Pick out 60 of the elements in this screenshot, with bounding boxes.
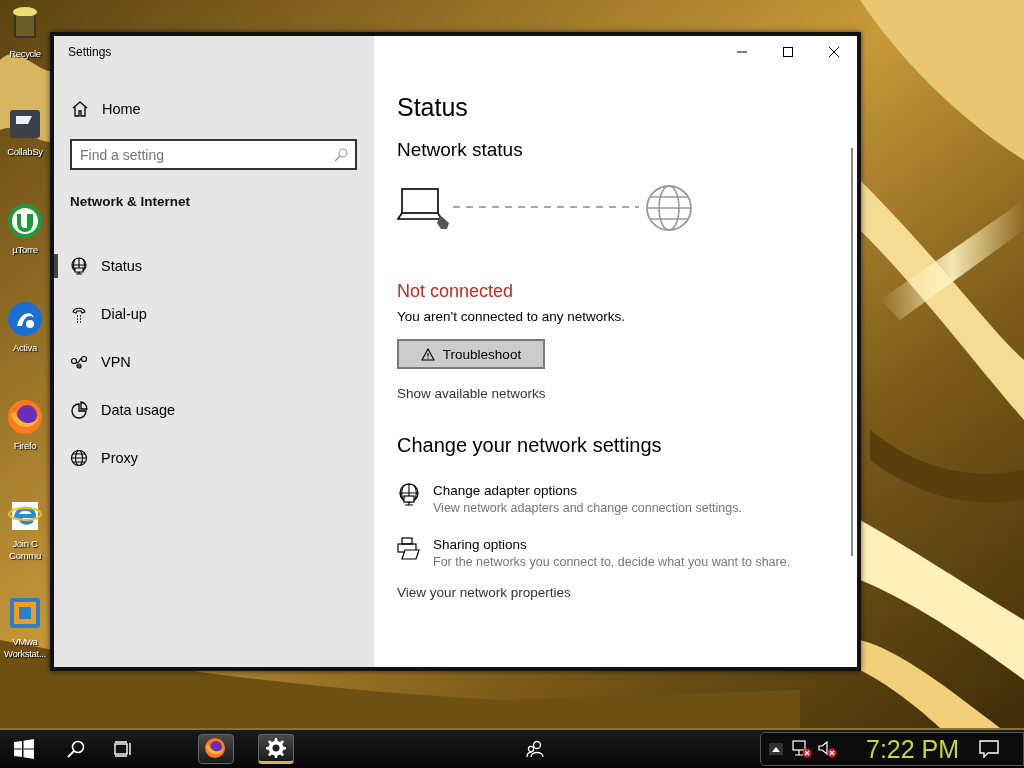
option-link[interactable]: Sharing options (433, 537, 527, 552)
home-link[interactable]: Home (71, 100, 141, 117)
start-icon (14, 739, 34, 759)
settings-taskbar-button[interactable] (258, 734, 294, 764)
home-icon (71, 100, 89, 117)
section-heading: Network status (397, 138, 523, 162)
maximize-icon (783, 47, 793, 57)
people-icon (526, 740, 544, 758)
printer-folder-icon (397, 537, 421, 560)
page-title: Status (397, 92, 468, 122)
browser-taskbar-button[interactable] (198, 734, 234, 764)
troubleshoot-button[interactable]: Troubleshoot (397, 339, 545, 369)
desktop-icon-label[interactable]: CollabSy (7, 146, 43, 158)
network-option-icon (70, 401, 88, 419)
network-option-icon (70, 305, 88, 323)
sidebar-item[interactable]: Dial-up (54, 290, 374, 338)
caret-up-button[interactable] (769, 743, 783, 755)
window-title: Settings (68, 45, 113, 60)
desktop-icon-label[interactable]: Activa (12, 342, 38, 354)
connection-status: Not connected (397, 281, 514, 302)
option-description: For the networks you connect to, decide what you want to share. (433, 555, 791, 569)
adapter-icon (397, 483, 421, 506)
search-button[interactable] (67, 740, 85, 758)
desktop-app-icon (6, 398, 44, 436)
search-icon (334, 148, 348, 162)
show-networks-link[interactable]: Show available networks (397, 386, 546, 401)
start-button[interactable] (14, 739, 34, 759)
option-description: View network adapters and change connection settings. (433, 501, 742, 515)
browser-icon (204, 737, 228, 761)
option-link[interactable]: Change adapter options (433, 483, 578, 498)
close-icon (829, 47, 839, 57)
search-field[interactable]: Find a setting (70, 139, 357, 170)
scrollbar[interactable] (851, 148, 853, 556)
desktop-app-icon (6, 202, 44, 240)
network-option-icon (70, 353, 88, 371)
clock[interactable]: 7:22 PM (866, 734, 960, 764)
network-option-icon (70, 449, 88, 467)
task-view-button[interactable] (114, 741, 132, 757)
task-view-icon (114, 741, 132, 757)
desktop-app-icon (6, 300, 44, 338)
sidebar-item[interactable]: Proxy (54, 434, 374, 482)
network-properties-link[interactable]: View your network properties (397, 585, 571, 600)
desktop-icon-label[interactable]: µTorre (12, 244, 38, 256)
sidebar-item[interactable]: Status (54, 242, 374, 290)
gear-icon (264, 736, 288, 760)
sidebar-item[interactable]: Data usage (54, 386, 374, 434)
search-icon (67, 740, 85, 758)
desktop-icon-label[interactable]: Firefo (13, 440, 37, 452)
action-center-icon (979, 740, 999, 758)
warning-icon (420, 347, 435, 361)
section-heading: Network & Internet (70, 194, 192, 209)
caret-up-icon (771, 745, 781, 753)
network-option-icon (70, 257, 88, 275)
status-description: You aren't connected to any networks. (397, 309, 625, 324)
section-heading: Change your network settings (397, 433, 662, 457)
sidebar-item[interactable]: VPN (54, 338, 374, 386)
action-center-button[interactable] (979, 740, 999, 758)
desktop-icon-label[interactable]: Recycle (9, 48, 41, 60)
desktop-icon-label[interactable]: Workstat... (4, 648, 46, 660)
people-button[interactable] (526, 740, 544, 758)
